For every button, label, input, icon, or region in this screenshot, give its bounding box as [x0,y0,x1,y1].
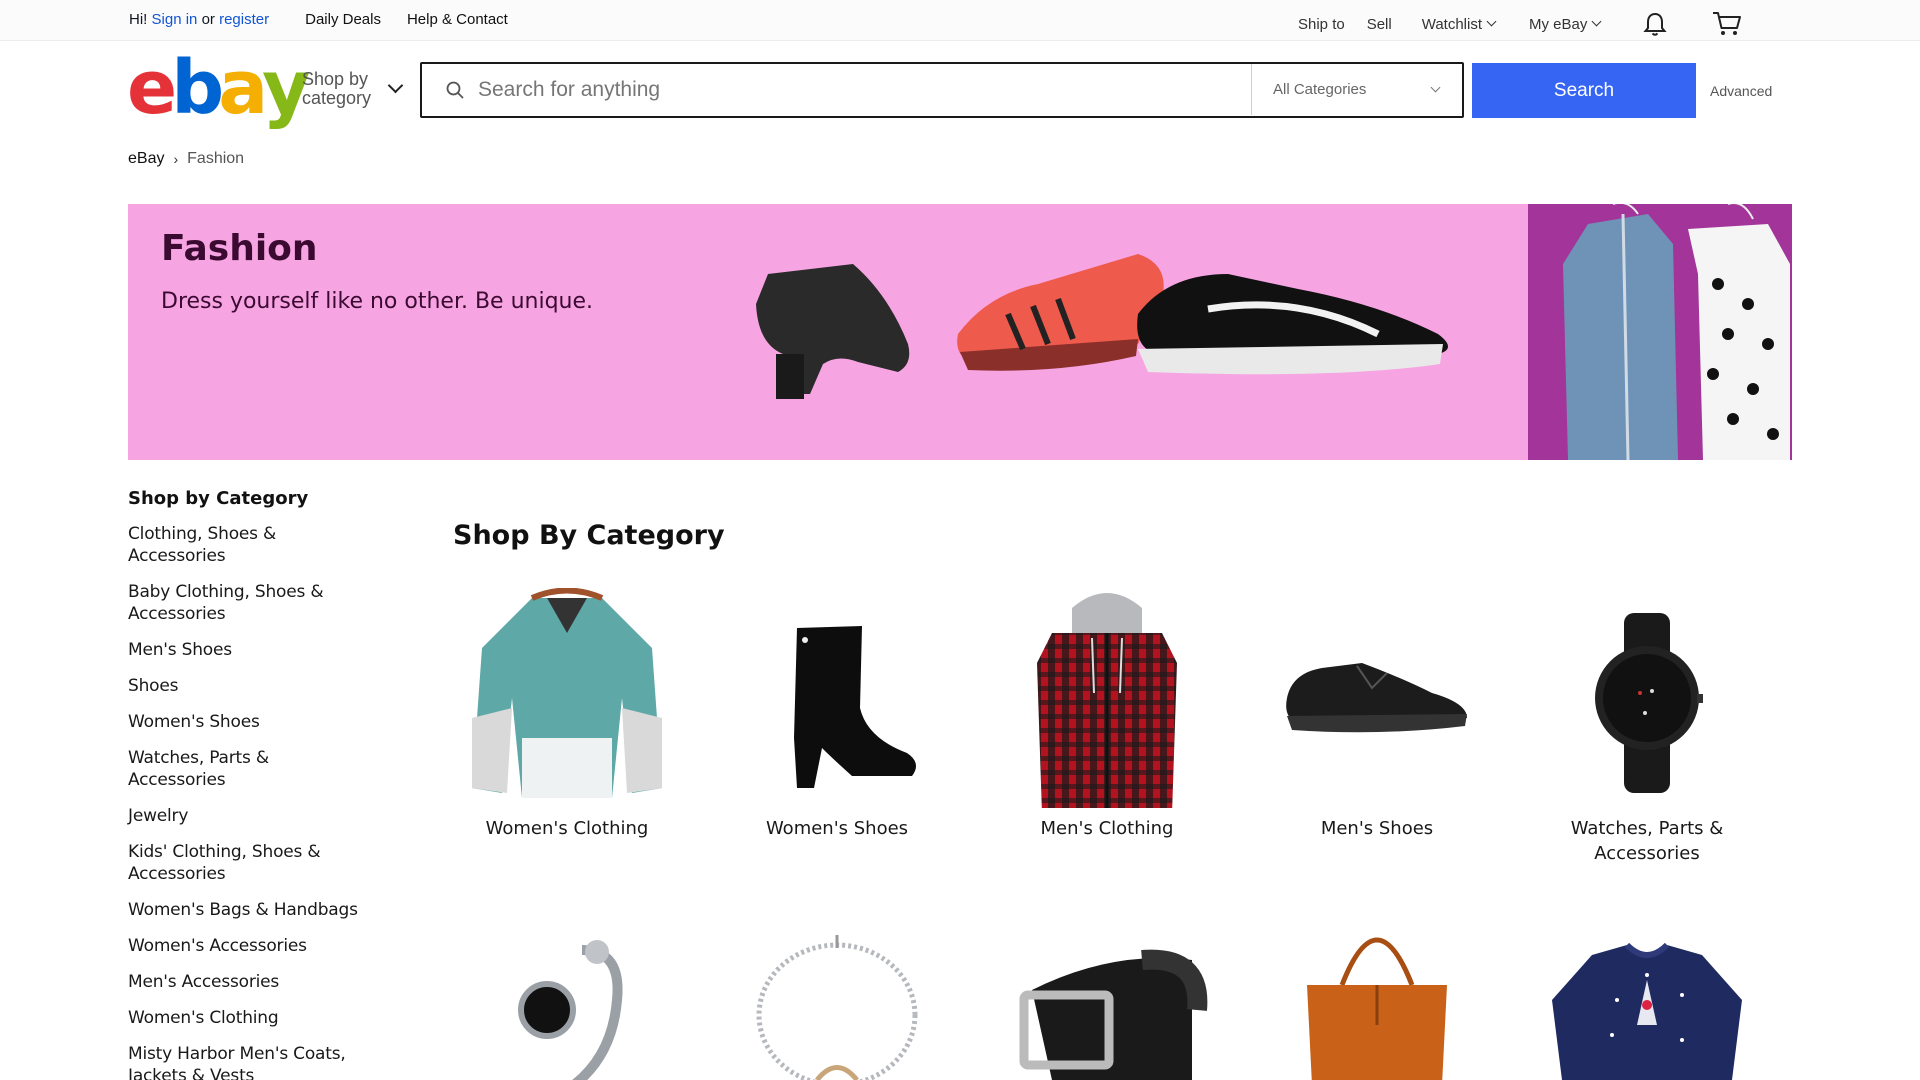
cart-icon[interactable] [1712,11,1742,37]
my-ebay-label: My eBay [1529,15,1588,33]
kids-sweater-image [1532,930,1762,1080]
nav-item-mens-shoes[interactable]: Men's Shoes [128,639,388,661]
hero-clothes-image [1528,204,1792,460]
category-card-mens-shoes[interactable]: Men's Shoes [1262,588,1492,841]
top-bar: Hi! Sign in or register Daily Deals Help… [0,0,1920,41]
nav-item-mens-accessories[interactable]: Men's Accessories [128,971,388,993]
chevron-right-icon: › [173,151,179,167]
watchlist-menu[interactable]: Watchlist [1421,15,1497,33]
shop-by-category-line1: Shop by [302,69,369,89]
search-button[interactable]: Search [1472,63,1696,118]
nav-item-misty-harbor[interactable]: Misty Harbor Men's Coats, Jackets & Vest… [128,1043,368,1080]
search-input[interactable] [478,78,1238,102]
category-card-watches[interactable]: Watches, Parts & Accessories [1532,588,1762,866]
my-ebay-menu[interactable]: My eBay [1529,15,1602,33]
category-select-value: All Categories [1273,81,1367,98]
chevron-down-icon [1486,16,1497,27]
category-card-womens-clothing[interactable]: Women's Clothing [452,588,682,841]
nav-item-womens-clothing[interactable]: Women's Clothing [128,1007,388,1029]
or-text: or [201,11,215,28]
nav-item-clothing-shoes-accessories[interactable]: Clothing, Shoes & Accessories [128,523,298,567]
daily-deals-link[interactable]: Daily Deals [305,11,381,28]
breadcrumb-current: Fashion [187,150,245,167]
womens-clothing-image [452,588,682,808]
ship-to-link[interactable]: Ship to [1298,16,1345,33]
category-label: Men's Clothing [1040,818,1174,839]
nav-item-baby-clothing[interactable]: Baby Clothing, Shoes & Accessories [128,581,338,625]
womens-shoes-image [722,588,952,808]
category-label: Men's Shoes [1320,818,1434,839]
category-card-kids-sweater[interactable] [1532,930,1762,1080]
bracelet-image [722,930,952,1080]
left-category-nav: Shop by Category Clothing, Shoes & Acces… [128,488,388,1080]
nav-item-shoes[interactable]: Shoes [128,675,388,697]
chevron-down-icon [1430,82,1441,93]
shop-by-category-button[interactable]: Shop by category [302,70,371,108]
category-label: Women's Shoes [765,818,909,839]
notification-bell-icon[interactable] [1642,11,1668,37]
search-icon [446,81,464,99]
search-bar: All Categories [420,62,1464,118]
category-card-mens-clothing[interactable]: Men's Clothing [992,588,1222,841]
nav-item-womens-bags[interactable]: Women's Bags & Handbags [128,899,388,921]
handbag-image [1262,925,1492,1080]
category-card-womens-shoes[interactable]: Women's Shoes [722,588,952,841]
breadcrumb-ebay[interactable]: eBay [128,150,164,168]
nav-item-watches[interactable]: Watches, Parts & Accessories [128,747,298,791]
shop-by-category-title: Shop By Category [453,520,725,551]
sign-in-link[interactable]: Sign in [152,11,198,28]
hero-banner[interactable]: Fashion Dress yourself like no other. Be… [128,204,1792,460]
top-bar-right: Ship to Sell Watchlist My eBay [1298,11,1742,37]
category-label: Women's Clothing [485,818,649,839]
ring-image [452,930,682,1080]
top-bar-left: Hi! Sign in or register Daily Deals Help… [129,11,508,28]
hero-subtitle: Dress yourself like no other. Be unique. [161,289,594,314]
category-card-ring[interactable] [452,930,682,1080]
category-select[interactable]: All Categories [1251,64,1463,115]
watches-image [1532,588,1762,808]
breadcrumb: eBay › Fashion [128,150,244,168]
category-card-bracelet[interactable] [722,930,952,1080]
chevron-down-icon [1591,16,1602,27]
ebay-logo[interactable]: ebay [127,51,310,125]
watchlist-label: Watchlist [1421,15,1483,33]
shop-by-category-line2: category [302,88,372,108]
nav-item-womens-shoes[interactable]: Women's Shoes [128,711,388,733]
hero-shoes-image [756,254,1448,399]
greeting: Hi! Sign in or register [129,11,269,28]
category-card-belt[interactable] [992,930,1222,1080]
mens-shoes-image [1262,588,1492,808]
belt-image [992,930,1222,1080]
help-contact-link[interactable]: Help & Contact [407,11,508,28]
logo-letter-b: b [171,45,224,131]
logo-letter-e: e [127,45,177,131]
category-card-handbag[interactable] [1262,925,1492,1080]
nav-item-jewelry[interactable]: Jewelry [128,805,388,827]
left-nav-heading: Shop by Category [128,488,309,509]
chevron-down-icon[interactable] [387,77,404,94]
mens-clothing-image [992,588,1222,808]
category-label: Watches, Parts & Accessories [1570,818,1724,864]
logo-letter-y: y [262,45,310,131]
nav-item-womens-accessories[interactable]: Women's Accessories [128,935,388,957]
hero-title: Fashion [161,228,318,269]
sell-link[interactable]: Sell [1367,16,1392,33]
logo-letter-a: a [218,45,268,131]
advanced-search-link[interactable]: Advanced [1710,83,1772,99]
nav-item-kids-clothing[interactable]: Kids' Clothing, Shoes & Accessories [128,841,338,885]
greeting-text: Hi! [129,11,148,28]
register-link[interactable]: register [219,11,269,28]
